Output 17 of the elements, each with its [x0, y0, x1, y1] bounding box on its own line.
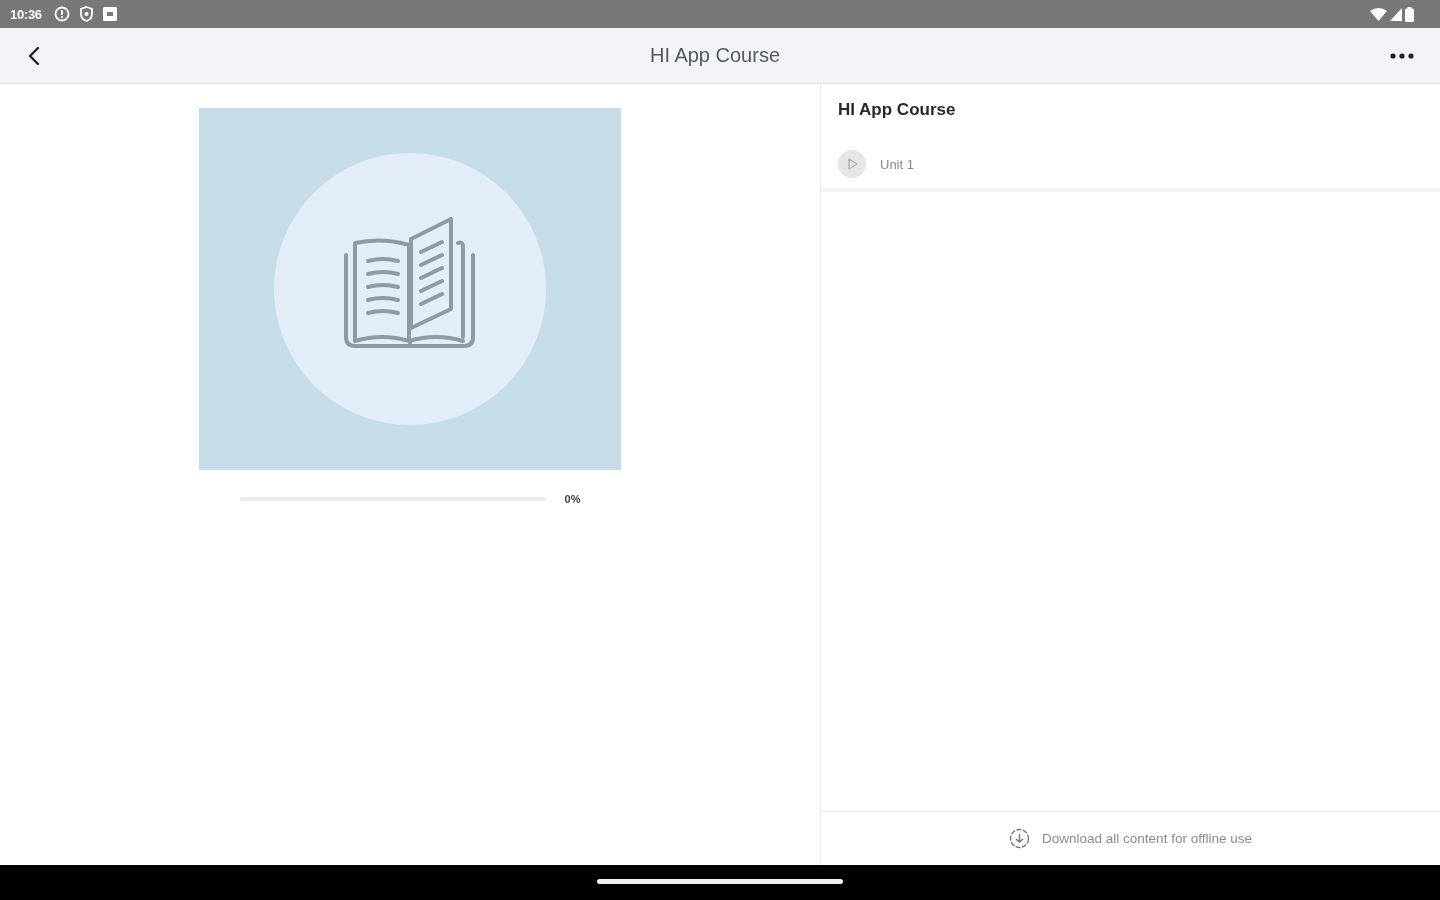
download-circle-icon: [1009, 828, 1031, 849]
more-dots-icon: [1390, 52, 1414, 59]
chevron-left-icon: [28, 45, 40, 66]
outline-title: HI App Course: [838, 100, 957, 120]
shield-icon: [79, 6, 93, 22]
download-all-link[interactable]: Download all content for offline use: [1009, 828, 1252, 849]
unit-item[interactable]: Unit 1: [838, 150, 914, 178]
app-bar-title: HI App Course: [649, 44, 781, 67]
progress-percent: 0%: [564, 493, 581, 505]
square-notification-icon: [102, 7, 117, 21]
status-time: 10:36: [10, 6, 42, 22]
signal-icon: [1390, 7, 1402, 21]
play-circle-icon: [838, 150, 866, 178]
home-indicator[interactable]: [597, 878, 843, 884]
alert-circle-icon: [53, 6, 70, 22]
wifi-icon: [1370, 7, 1387, 21]
battery-icon: [1405, 6, 1414, 22]
